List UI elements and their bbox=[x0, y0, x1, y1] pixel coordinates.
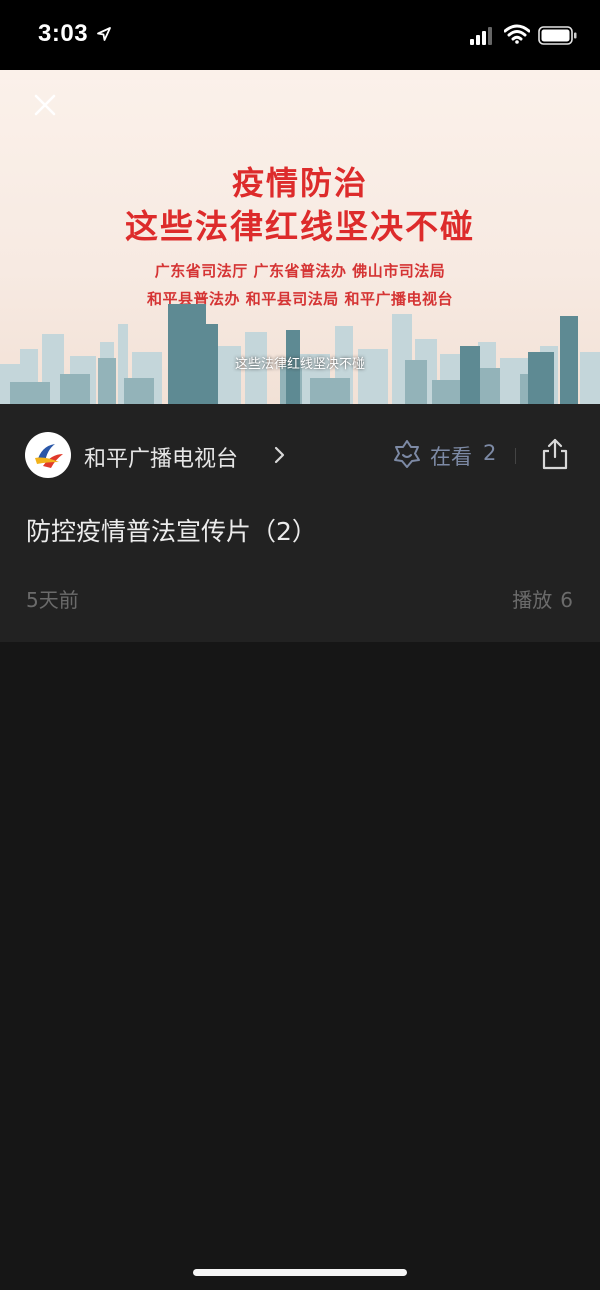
signal-icon bbox=[470, 27, 496, 49]
play-count-value: 6 bbox=[560, 588, 573, 612]
channel-logo-icon bbox=[35, 444, 63, 468]
location-arrow-icon bbox=[96, 26, 112, 46]
share-icon[interactable] bbox=[540, 437, 570, 475]
video-title: 防控疫情普法宣传片（2） bbox=[26, 517, 317, 546]
divider bbox=[515, 448, 516, 464]
video-org-line1: 广东省司法厅 广东省普法办 佛山市司法局 bbox=[154, 262, 446, 280]
looking-icon[interactable] bbox=[392, 439, 422, 473]
publish-time: 5天前 bbox=[26, 588, 79, 612]
close-icon[interactable] bbox=[30, 90, 60, 120]
status-bar: 3:03 bbox=[0, 0, 600, 70]
home-indicator[interactable] bbox=[193, 1269, 407, 1276]
chevron-right-icon[interactable] bbox=[272, 446, 286, 468]
battery-icon bbox=[538, 26, 578, 50]
looking-label[interactable]: 在看 bbox=[430, 441, 472, 471]
video-info-panel: 和平广播电视台 在看 2 防控疫情普法宣传片（2） 5天前 播放 6 bbox=[0, 404, 600, 642]
video-subtitle: 这些法律红线坚决不碰 bbox=[234, 357, 365, 372]
wifi-icon bbox=[503, 24, 531, 48]
channel-name-link[interactable]: 和平广播电视台 bbox=[84, 441, 238, 473]
video-player[interactable]: 疫情防治 这些法律红线坚决不碰 广东省司法厅 广东省普法办 佛山市司法局 和平县… bbox=[0, 70, 600, 404]
play-count: 播放 6 bbox=[512, 584, 573, 613]
status-time: 3:03 bbox=[38, 20, 89, 47]
video-headline-line2: 这些法律红线坚决不碰 bbox=[125, 207, 475, 246]
channel-avatar[interactable] bbox=[25, 432, 71, 478]
city-skyline-illustration bbox=[0, 304, 600, 404]
screen: 3:03 疫情防治 这些法律红线坚决不碰 广东省司法厅 广东省普法办 佛山市司法… bbox=[0, 0, 600, 1290]
looking-count: 2 bbox=[483, 441, 497, 465]
video-headline-line1: 疫情防治 bbox=[231, 164, 368, 202]
play-count-label: 播放 bbox=[512, 588, 553, 612]
